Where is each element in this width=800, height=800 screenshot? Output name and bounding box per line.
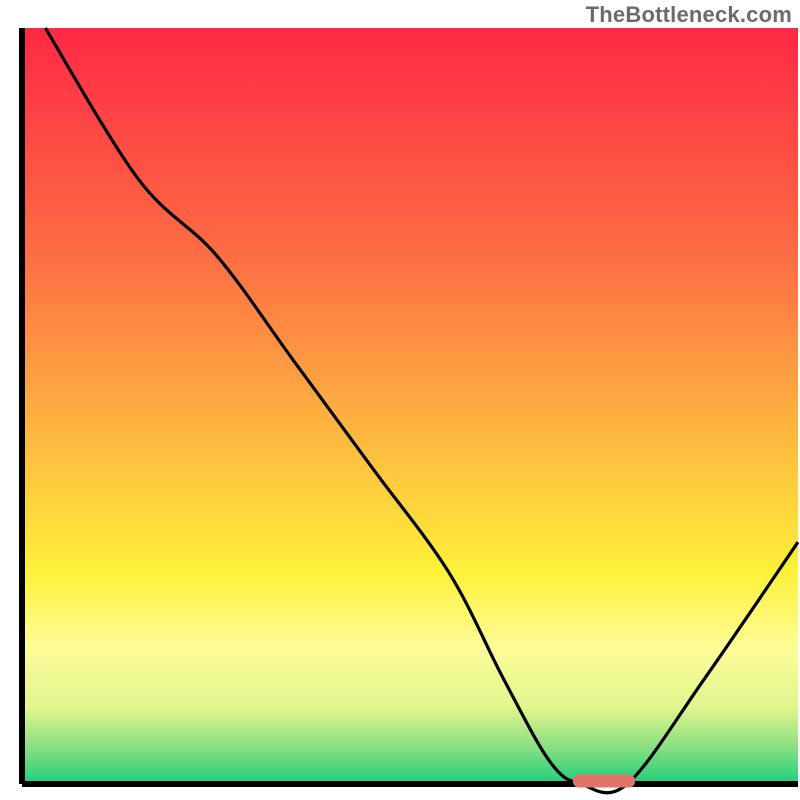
optimal-marker [573, 775, 635, 788]
watermark-text: TheBottleneck.com [586, 2, 792, 28]
bottleneck-chart [0, 0, 800, 800]
chart-container: TheBottleneck.com [0, 0, 800, 800]
plot-background [22, 28, 798, 784]
